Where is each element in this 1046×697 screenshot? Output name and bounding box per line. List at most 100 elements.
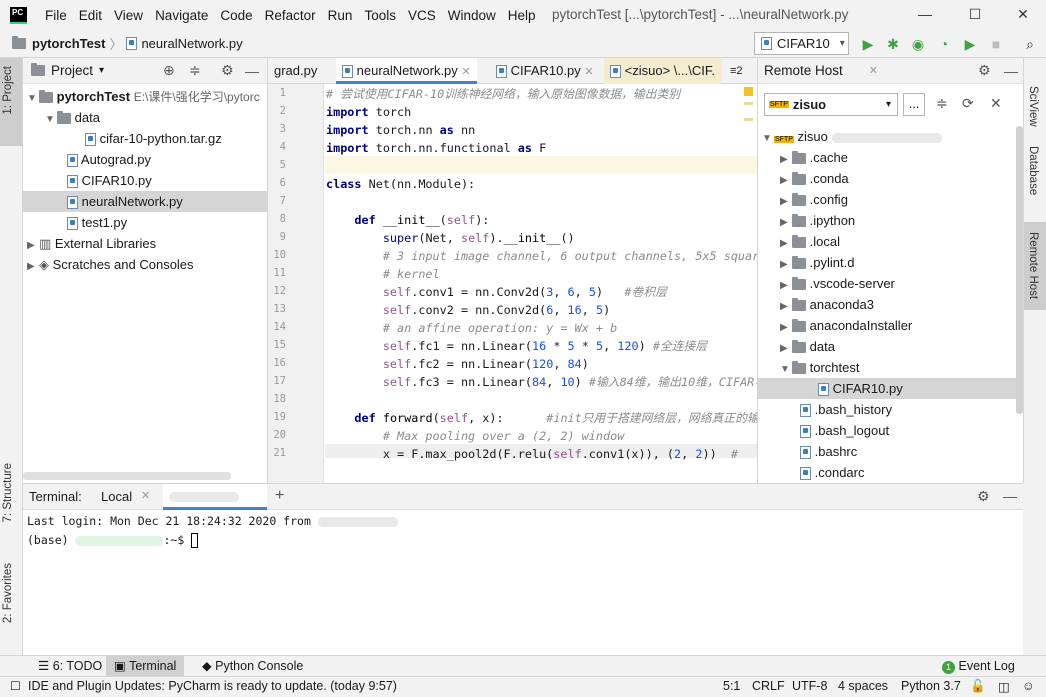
browse-button[interactable]: ...	[903, 93, 925, 116]
code-line[interactable]: super(Net, self).__init__()	[326, 229, 575, 247]
vertical-scrollbar[interactable]	[1016, 126, 1023, 414]
collapse-icon[interactable]: ≑	[189, 62, 201, 79]
caret-position[interactable]: 5:1	[723, 679, 740, 693]
warning-indicator-icon[interactable]	[744, 87, 753, 96]
minimize-icon[interactable]: —	[912, 4, 938, 26]
memory-icon[interactable]: ◫	[998, 679, 1010, 694]
stop-icon[interactable]: ■	[986, 34, 1006, 54]
notification-icon[interactable]: ☺	[1022, 679, 1035, 693]
menu-tools[interactable]: Tools	[358, 8, 402, 23]
code-line[interactable]: import torch.nn.functional as F	[326, 139, 546, 157]
lock-icon[interactable]: 🔓	[970, 679, 986, 694]
collapse-icon[interactable]: ≑	[936, 95, 948, 112]
tab-neuralnetwork[interactable]: neuralNetwork.py ✕	[336, 58, 477, 84]
menu-vcs[interactable]: VCS	[402, 8, 442, 23]
tree-item[interactable]: ▶ ▥ External Libraries	[27, 233, 156, 254]
code-line[interactable]: # an affine operation: y = Wx + b	[326, 319, 617, 337]
remote-root[interactable]: ▼ SFTP zisuo	[762, 126, 942, 147]
terminal-prompt[interactable]: (base) :~$	[27, 533, 199, 548]
code-line[interactable]: # Max pooling over a (2, 2) window	[326, 427, 625, 445]
tree-item[interactable]: ▼ data	[45, 107, 100, 128]
breadcrumb-file[interactable]: neuralNetwork.py	[141, 36, 242, 51]
code-line[interactable]: self.conv2 = nn.Conv2d(6, 16, 5)	[326, 301, 610, 319]
code-line[interactable]: # 3 input image channel, 6 output channe…	[326, 247, 767, 265]
menu-help[interactable]: Help	[502, 8, 542, 23]
menu-refactor[interactable]: Refactor	[259, 8, 322, 23]
line-separator[interactable]: CRLF	[752, 679, 785, 693]
python-interpreter[interactable]: Python 3.7	[901, 679, 961, 693]
close-icon[interactable]: ✕	[990, 95, 1002, 112]
status-message[interactable]: IDE and Plugin Updates: PyCharm is ready…	[28, 679, 397, 693]
chevron-down-icon[interactable]: ▾	[99, 65, 104, 76]
remote-folder[interactable]: ▶ .conda	[780, 168, 849, 189]
code-line[interactable]: self.fc2 = nn.Linear(120, 84)	[326, 355, 589, 373]
tree-item[interactable]: Autograd.py	[67, 149, 151, 170]
breadcrumb-project[interactable]: pytorchTest	[32, 36, 105, 51]
menu-code[interactable]: Code	[214, 8, 258, 23]
remote-folder[interactable]: ▶ anacondaInstaller	[780, 315, 912, 336]
tab-favorites[interactable]: 2: Favorites	[2, 563, 14, 623]
add-tab-icon[interactable]: +	[275, 487, 284, 505]
close-icon[interactable]: ✕	[141, 489, 150, 502]
profile-icon[interactable]: ◔	[934, 34, 954, 54]
code-line[interactable]: self.fc3 = nn.Linear(84, 10) #输入84维，输出10…	[326, 373, 762, 391]
tab-cifar10[interactable]: CIFAR10.py ✕	[490, 58, 600, 84]
tab-project[interactable]: 1: Project	[2, 66, 14, 115]
tree-item[interactable]: test1.py	[67, 212, 127, 233]
close-icon[interactable]: ✕	[584, 66, 593, 78]
hide-icon[interactable]: —	[1004, 63, 1018, 79]
tab-sciview[interactable]: SciView	[1027, 86, 1039, 127]
horizontal-scrollbar[interactable]	[23, 472, 231, 480]
tree-item[interactable]: cifar-10-python.tar.gz	[85, 128, 222, 149]
gear-icon[interactable]: ⚙	[221, 62, 234, 79]
menu-navigate[interactable]: Navigate	[149, 8, 214, 23]
run-configuration-select[interactable]: CIFAR10 ▾	[754, 32, 849, 55]
tree-item[interactable]: ▶ ◈ Scratches and Consoles	[27, 254, 194, 275]
code-line[interactable]: def forward(self, x): #init只用于搭建网络层，网络真正…	[326, 409, 758, 427]
tree-item[interactable]: CIFAR10.py	[67, 170, 152, 191]
remote-folder[interactable]: ▶ .ipython	[780, 210, 855, 231]
close-icon[interactable]: ✕	[461, 66, 470, 78]
tool-terminal[interactable]: ▣ Terminal	[106, 656, 185, 677]
tab-overflow[interactable]: ≡2	[724, 58, 749, 84]
remote-file[interactable]: CIFAR10.py	[818, 378, 903, 399]
remote-folder[interactable]: ▶ .pylint.d	[780, 252, 854, 273]
code-line[interactable]: import torch	[326, 103, 411, 121]
menu-run[interactable]: Run	[322, 8, 359, 23]
remote-folder[interactable]: ▶ data	[780, 336, 835, 357]
server-select[interactable]: SFTP zisuo ▾	[764, 93, 898, 116]
tab-autograd[interactable]: grad.py	[268, 58, 323, 84]
hide-icon[interactable]: —	[1003, 488, 1017, 504]
remote-file[interactable]: .bash_history	[800, 399, 892, 420]
code-line[interactable]: class Net(nn.Module):	[326, 175, 475, 193]
refresh-icon[interactable]: ⟳	[962, 95, 974, 112]
remote-folder[interactable]: ▶ .vscode-server	[780, 273, 895, 294]
terminal-tab-remote[interactable]	[163, 484, 267, 510]
run-icon[interactable]: ▶	[858, 34, 878, 54]
tree-root[interactable]: ▼ pytorchTest E:\课件\强化学习\pytorc	[27, 86, 260, 107]
tab-remote-cifar10[interactable]: <zisuo> \...\CIF.	[604, 58, 722, 84]
tool-event-log[interactable]: 1 Event Log	[934, 656, 1023, 677]
coverage-icon[interactable]: ◉	[908, 34, 928, 54]
tool-python-console[interactable]: ◆ Python Console	[194, 656, 311, 677]
tool-todo[interactable]: ☰ 6: TODO	[30, 656, 110, 677]
gear-icon[interactable]: ⚙	[977, 488, 990, 505]
project-header-label[interactable]: Project	[51, 63, 93, 78]
hide-icon[interactable]: —	[245, 63, 259, 79]
code-line[interactable]: import torch.nn as nn	[326, 121, 475, 139]
close-icon[interactable]: ✕	[869, 64, 878, 77]
remote-folder[interactable]: ▶ .config	[780, 189, 848, 210]
code-line[interactable]: self.conv1 = nn.Conv2d(3, 6, 5) #卷积层	[326, 283, 667, 301]
gear-icon[interactable]: ⚙	[978, 62, 991, 79]
tab-remote-host[interactable]: Remote Host	[1027, 232, 1039, 299]
code-line[interactable]: def __init__(self):	[326, 211, 489, 229]
remote-file[interactable]: .bashrc	[800, 441, 857, 462]
search-icon[interactable]: ⌕	[1020, 34, 1040, 54]
terminal-tab-local[interactable]: Local	[101, 489, 132, 504]
remote-folder[interactable]: ▶ .cache	[780, 147, 848, 168]
code-line[interactable]: # 尝试使用CIFAR-10训练神经网络，输入原始图像数据，输出类别	[326, 85, 680, 103]
code-line[interactable]: # kernel	[326, 265, 440, 283]
indent-setting[interactable]: 4 spaces	[838, 679, 888, 693]
menu-window[interactable]: Window	[442, 8, 502, 23]
menu-view[interactable]: View	[108, 8, 149, 23]
